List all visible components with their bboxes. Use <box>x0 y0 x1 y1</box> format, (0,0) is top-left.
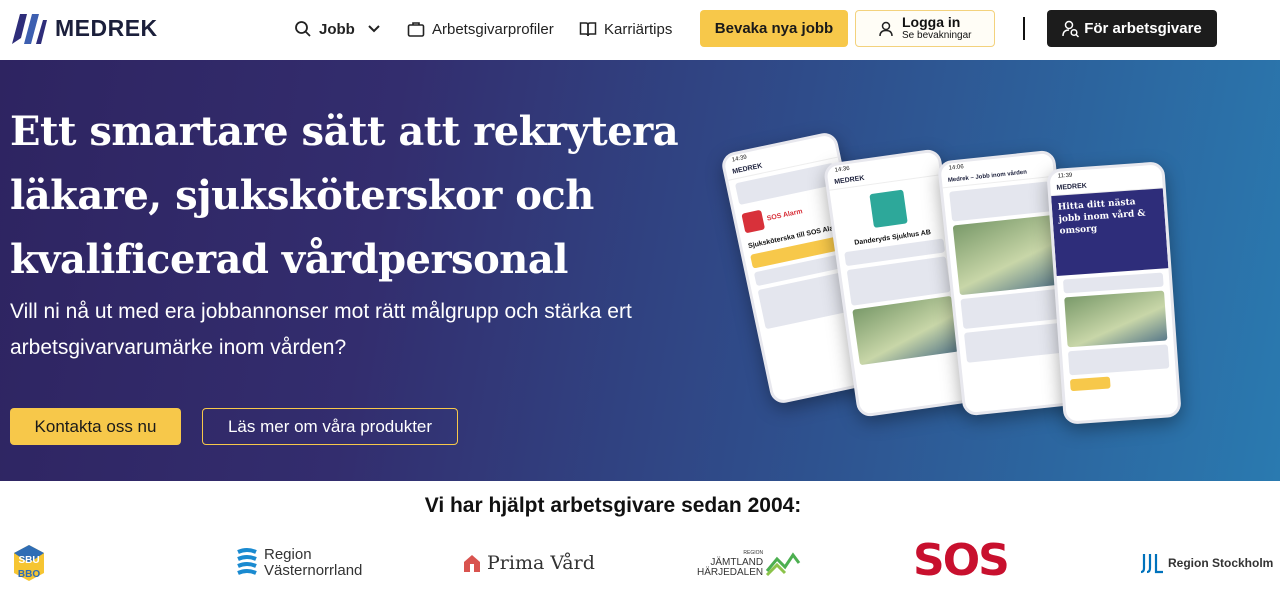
hero-title-line: kvalificerad vårdpersonal <box>10 236 568 283</box>
read-more-products-button[interactable]: Läs mer om våra produkter <box>202 408 458 445</box>
client-name: Region Stockholm <box>1168 556 1274 570</box>
brand-name: MEDREK <box>55 14 158 41</box>
chevron-down-icon <box>368 25 380 33</box>
mountain-icon <box>765 552 801 577</box>
client-logo-region-stockholm: Region Stockholm <box>1140 540 1273 586</box>
nav-employer-profiles[interactable]: Arbetsgivarprofiler <box>407 17 554 41</box>
login-subtitle: Se bevakningar <box>902 30 972 41</box>
book-icon <box>579 22 597 37</box>
sbu-logo-text: SBU <box>18 555 39 566</box>
region-stockholm-icon <box>1140 554 1163 574</box>
client-name: Prima Vård <box>487 552 595 574</box>
phone-show-job-block <box>1069 376 1111 392</box>
hero-title: Ett smartare sätt att rekrytera läkare, … <box>10 100 690 292</box>
phone-post-text <box>963 322 1067 363</box>
region-vasternorrland-icon <box>237 548 257 575</box>
danderyd-logo-icon <box>869 189 908 228</box>
phone-mockup: 11:39 MEDREK Hitta ditt nästa jobb inom … <box>1046 161 1182 425</box>
briefcase-icon <box>407 22 425 37</box>
client-name: Region <box>264 546 312 563</box>
user-search-icon <box>1062 20 1080 38</box>
hero-title-line: läkare, sjuksköterskor och <box>10 172 594 219</box>
user-icon <box>879 21 893 36</box>
for-employers-button[interactable]: För arbetsgivare <box>1047 10 1217 47</box>
client-logo-region-jamtland: REGION JÄMTLAND HÄRJEDALEN <box>697 540 801 586</box>
search-icon <box>295 21 311 37</box>
sbu-logo-text-lower: BBO <box>18 569 40 580</box>
site-header: MEDREK Jobb Arbetsgivarprofiler Karriärt… <box>0 0 1280 60</box>
phone-hero-block: Hitta ditt nästa jobb inom vård & omsorg <box>1051 188 1169 276</box>
watch-jobs-button[interactable]: Bevaka nya jobb <box>700 10 848 47</box>
nav-jobs[interactable]: Jobb <box>294 17 381 41</box>
nav-jobs-label: Jobb <box>319 20 355 38</box>
nav-career-tips[interactable]: Karriärtips <box>579 17 672 41</box>
sbu-logo-icon: SBU BBO <box>14 545 44 581</box>
phone-post-block <box>949 181 1052 222</box>
client-name-lower: HÄRJEDALEN <box>697 567 764 578</box>
client-logo-sbu: SBU BBO <box>12 540 46 586</box>
phone-post-photo <box>952 215 1060 296</box>
phone-job-block <box>1067 344 1170 376</box>
hero-section: Ett smartare sätt att rekrytera läkare, … <box>0 60 1280 481</box>
contact-us-button[interactable]: Kontakta oss nu <box>10 408 181 445</box>
house-icon <box>464 555 480 572</box>
phone-nurses-photo <box>1064 290 1168 348</box>
client-logo-sos: SOS <box>913 535 1010 586</box>
login-button[interactable]: Logga in Se bevakningar <box>855 10 995 47</box>
nav-employer-profiles-label: Arbetsgivarprofiler <box>432 20 554 38</box>
medrek-logo-icon <box>12 14 47 44</box>
hero-subtitle: Vill ni nå ut med era jobbannonser mot r… <box>10 300 632 359</box>
clients-heading: Vi har hjälpt arbetsgivare sedan 2004: <box>424 494 802 517</box>
hero-title-line: Ett smartare sätt att rekrytera <box>10 108 679 155</box>
phone-post-text <box>960 288 1064 330</box>
header-divider <box>1023 17 1025 40</box>
client-logo-prima-vard: Prima Vård <box>463 540 595 586</box>
client-name: SOS <box>913 535 1010 586</box>
phone-staff-photo <box>852 295 960 366</box>
sos-alarm-icon <box>741 209 766 234</box>
client-logo-region-vasternorrland: Region Västernorrland <box>236 540 362 586</box>
for-employers-label: För arbetsgivare <box>1084 20 1202 37</box>
medrek-logo[interactable]: MEDREK <box>10 10 158 46</box>
nav-career-tips-label: Karriärtips <box>604 20 673 38</box>
phone-search-block <box>1062 272 1164 294</box>
client-name-lower: Västernorrland <box>264 562 363 579</box>
login-title: Logga in <box>902 14 961 30</box>
